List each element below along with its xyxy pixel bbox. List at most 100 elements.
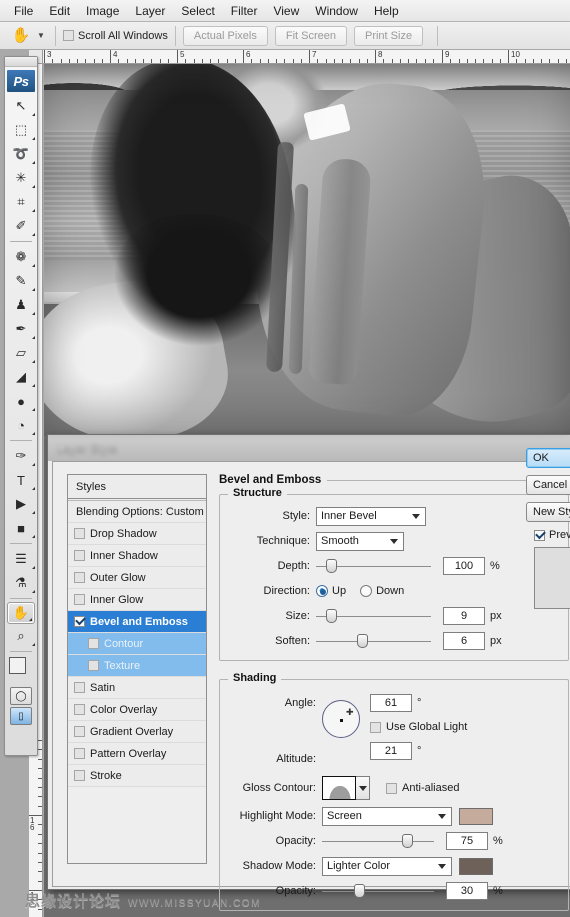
effect-enable-checkbox[interactable] <box>74 682 85 693</box>
effect-enable-checkbox[interactable] <box>74 748 85 759</box>
type-tool-icon[interactable]: T <box>5 468 37 492</box>
style-row-drop-shadow[interactable]: Drop Shadow <box>68 523 206 545</box>
menu-file[interactable]: File <box>6 1 41 21</box>
effect-enable-checkbox[interactable] <box>74 616 85 627</box>
brush-tool-icon[interactable]: ✎ <box>5 269 37 293</box>
depth-input[interactable]: 100 <box>443 557 485 575</box>
highlight-opacity-input[interactable]: 75 <box>446 832 488 850</box>
style-row-contour[interactable]: Contour <box>68 633 206 655</box>
cancel-button[interactable]: Cancel <box>526 475 570 495</box>
style-row-inner-shadow[interactable]: Inner Shadow <box>68 545 206 567</box>
screen-mode-icon[interactable]: ▯ <box>10 707 32 725</box>
style-row-satin[interactable]: Satin <box>68 677 206 699</box>
direction-up-radio[interactable] <box>316 585 328 597</box>
toolbox-grip[interactable] <box>5 57 37 67</box>
style-row-stroke[interactable]: Stroke <box>68 765 206 787</box>
effect-enable-checkbox[interactable] <box>74 704 85 715</box>
style-row-texture[interactable]: Texture <box>68 655 206 677</box>
fit-screen-button[interactable]: Fit Screen <box>274 25 347 46</box>
gloss-contour-picker[interactable] <box>322 776 370 800</box>
crop-tool-icon[interactable]: ⌗ <box>5 190 37 214</box>
notes-tool-icon[interactable]: ☰ <box>5 547 37 571</box>
hand-tool-icon[interactable]: ✋ <box>8 25 34 47</box>
highlight-color-swatch[interactable] <box>459 807 493 825</box>
blur-tool-icon[interactable]: ● <box>5 389 37 413</box>
soften-slider[interactable] <box>316 632 431 650</box>
use-global-light-checkbox[interactable] <box>370 721 381 733</box>
foreground-color-swatch[interactable] <box>9 657 26 674</box>
menu-window[interactable]: Window <box>307 1 366 21</box>
print-size-button[interactable]: Print Size <box>353 25 424 46</box>
hand-tool-icon[interactable]: ✋ <box>7 602 35 624</box>
menu-layer[interactable]: Layer <box>127 1 173 21</box>
gloss-contour-thumbnail[interactable] <box>322 776 356 800</box>
angle-input[interactable]: 61 <box>370 694 412 712</box>
tool-preset-chevron-down-icon[interactable]: ▼ <box>34 25 48 47</box>
scroll-all-windows-checkbox[interactable]: Scroll All Windows <box>63 30 168 42</box>
shadow-mode-select[interactable]: Lighter Color <box>322 856 452 876</box>
history-brush-tool-icon[interactable]: ✒ <box>5 317 37 341</box>
menu-select[interactable]: Select <box>173 1 222 21</box>
shadow-opacity-slider[interactable] <box>322 882 434 900</box>
path-selection-tool-icon[interactable]: ▶ <box>5 492 37 516</box>
anti-aliased-checkbox[interactable] <box>386 782 397 794</box>
highlight-opacity-slider[interactable] <box>322 832 434 850</box>
size-slider[interactable] <box>316 607 431 625</box>
magic-wand-tool-icon[interactable]: ✳ <box>5 166 37 190</box>
spot-healing-brush-tool-icon[interactable]: ❁ <box>5 245 37 269</box>
effect-enable-checkbox[interactable] <box>74 550 85 561</box>
technique-select[interactable]: Smooth <box>316 531 404 551</box>
slider-knob[interactable] <box>401 834 413 848</box>
gloss-contour-chevron-down-icon[interactable] <box>356 776 370 800</box>
preview-checkbox[interactable]: Preview <box>526 529 570 541</box>
gradient-paint-bucket-tool-icon[interactable]: ◢ <box>5 365 37 389</box>
rectangular-marquee-tool-icon[interactable]: ⬚ <box>5 118 37 142</box>
style-row-bevel-and-emboss[interactable]: Bevel and Emboss <box>68 611 206 633</box>
style-select[interactable]: Inner Bevel <box>316 506 426 526</box>
menu-view[interactable]: View <box>265 1 307 21</box>
depth-slider[interactable] <box>316 557 431 575</box>
altitude-input[interactable]: 21 <box>370 742 412 760</box>
shadow-color-swatch[interactable] <box>459 857 493 875</box>
menu-image[interactable]: Image <box>78 1 127 21</box>
dodge-tool-icon[interactable]: ◔ <box>5 413 37 437</box>
slider-knob[interactable] <box>326 559 338 573</box>
actual-pixels-button[interactable]: Actual Pixels <box>182 25 268 46</box>
style-row-outer-glow[interactable]: Outer Glow <box>68 567 206 589</box>
eyedropper-slice-tool-icon[interactable]: ✐ <box>5 214 37 238</box>
style-row-pattern-overlay[interactable]: Pattern Overlay <box>68 743 206 765</box>
slider-knob[interactable] <box>357 634 369 648</box>
rectangle-shape-tool-icon[interactable]: ■ <box>5 516 37 540</box>
style-row-gradient-overlay[interactable]: Gradient Overlay <box>68 721 206 743</box>
light-angle-dial[interactable]: ✚ <box>322 700 360 738</box>
lasso-tool-icon[interactable]: ➰ <box>5 142 37 166</box>
menu-filter[interactable]: Filter <box>223 1 266 21</box>
new-style-button[interactable]: New Style... <box>526 502 570 522</box>
effect-enable-checkbox[interactable] <box>74 726 85 737</box>
eraser-tool-icon[interactable]: ▱ <box>5 341 37 365</box>
menu-help[interactable]: Help <box>366 1 407 21</box>
style-row-inner-glow[interactable]: Inner Glow <box>68 589 206 611</box>
style-row-color-overlay[interactable]: Color Overlay <box>68 699 206 721</box>
style-row-blending-options-custom[interactable]: Blending Options: Custom <box>68 501 206 523</box>
slider-knob[interactable] <box>326 609 338 623</box>
slider-knob[interactable] <box>354 884 366 898</box>
menu-edit[interactable]: Edit <box>41 1 78 21</box>
clone-stamp-tool-icon[interactable]: ♟ <box>5 293 37 317</box>
highlight-mode-select[interactable]: Screen <box>322 806 452 826</box>
effect-enable-checkbox[interactable] <box>74 528 85 539</box>
move-tool-icon[interactable]: ↖ <box>5 94 37 118</box>
quick-mask-icon[interactable]: ◯ <box>10 687 32 705</box>
effect-enable-checkbox[interactable] <box>88 660 99 671</box>
eyedropper-tool-icon[interactable]: ⚗ <box>5 571 37 595</box>
effect-enable-checkbox[interactable] <box>74 594 85 605</box>
effect-enable-checkbox[interactable] <box>74 770 85 781</box>
direction-down-radio[interactable] <box>360 585 373 597</box>
pen-tool-icon[interactable]: ✑ <box>5 444 37 468</box>
ok-button[interactable]: OK <box>526 448 570 468</box>
effect-enable-checkbox[interactable] <box>74 572 85 583</box>
zoom-tool-icon[interactable]: ⌕ <box>5 624 37 648</box>
size-input[interactable]: 9 <box>443 607 485 625</box>
soften-input[interactable]: 6 <box>443 632 485 650</box>
color-swatches[interactable] <box>5 655 37 685</box>
